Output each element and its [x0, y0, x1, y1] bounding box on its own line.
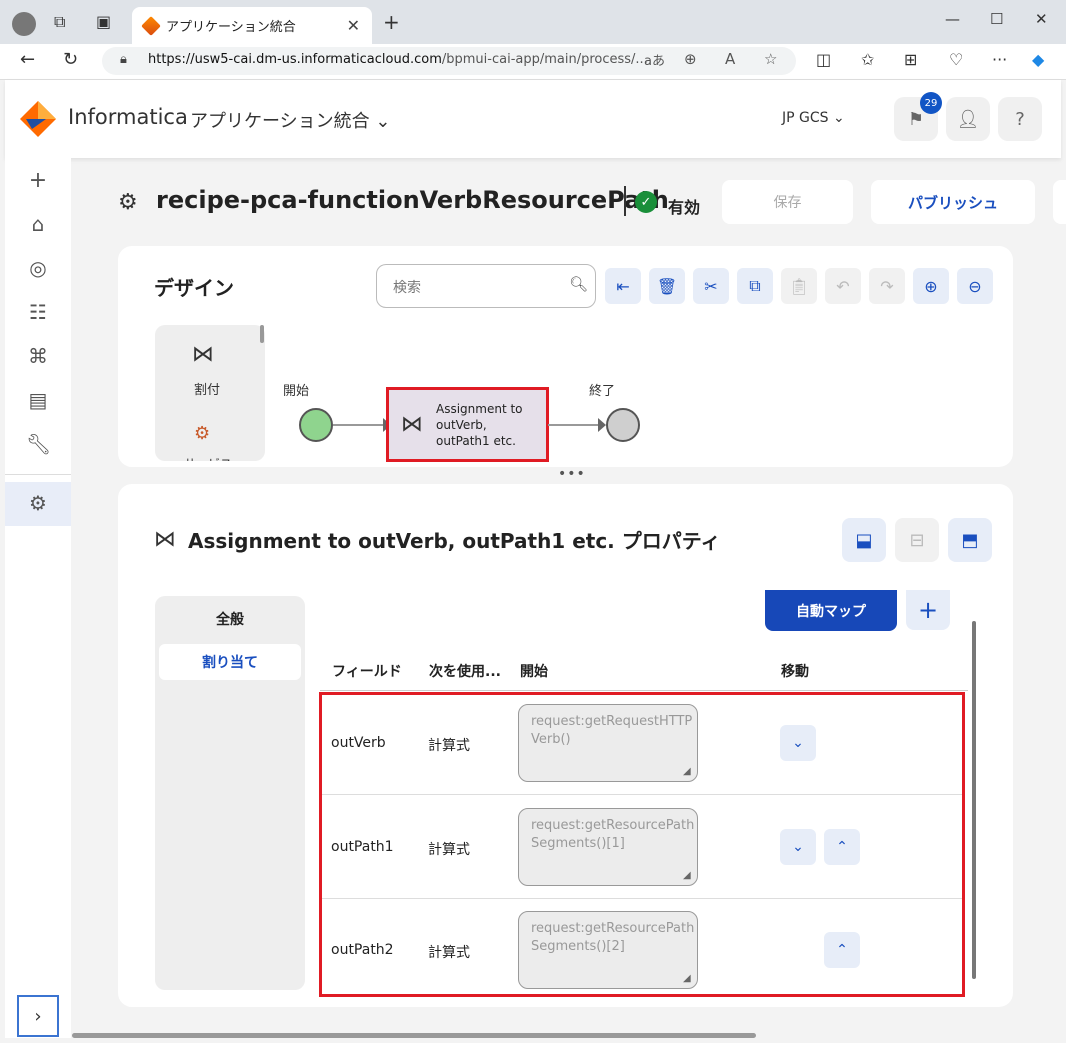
org-switcher[interactable]: JP GCS ⌄: [782, 110, 845, 126]
lock-icon[interactable]: 🔒︎: [120, 52, 127, 67]
assignment-icon: ⋈: [154, 527, 176, 552]
auto-map-button[interactable]: 自動マップ: [765, 590, 897, 631]
properties-title: Assignment to outVerb, outPath1 etc. プロパ…: [188, 529, 721, 553]
layout-bottom-panel-icon[interactable]: ⬓: [842, 518, 886, 562]
copilot-icon[interactable]: ◆: [1032, 50, 1044, 69]
notification-count-badge: 29: [920, 92, 942, 114]
vertical-scrollbar[interactable]: [972, 621, 976, 979]
check-circle-icon: ✓: [635, 191, 657, 213]
explore-compass-icon[interactable]: ◎: [26, 256, 50, 280]
user-profile-button[interactable]: 👤︎: [946, 97, 990, 141]
title-divider: [624, 186, 626, 216]
end-node[interactable]: [606, 408, 640, 442]
workspaces-icon[interactable]: ⧉: [54, 12, 65, 32]
chevron-right-icon: ›: [34, 1005, 42, 1027]
brand-name: Informatica: [68, 105, 188, 129]
start-node[interactable]: [299, 408, 333, 442]
redo-icon[interactable]: ↷: [869, 268, 905, 304]
undo-icon[interactable]: ↶: [825, 268, 861, 304]
column-header-field: フィールド: [332, 664, 402, 680]
status-label: 有効: [668, 198, 701, 217]
design-title: デザイン: [154, 276, 234, 300]
tab-general[interactable]: 全般: [155, 609, 305, 629]
user-icon: 👤︎: [956, 108, 980, 130]
left-navigation: [5, 158, 71, 1038]
product-switcher[interactable]: アプリケーション統合 ⌄: [190, 107, 390, 133]
zoom-in-icon[interactable]: ⊕: [913, 268, 949, 304]
close-tab-icon[interactable]: ✕: [347, 16, 360, 35]
assignment-rows-highlight: [319, 692, 965, 997]
maximize-window-icon[interactable]: ☐: [990, 10, 1003, 28]
browser-tab-active[interactable]: アプリケーション統合 ✕: [132, 7, 372, 44]
new-tab-button[interactable]: +: [383, 10, 400, 34]
palette-item-service[interactable]: サービス: [184, 455, 232, 461]
assignment-icon[interactable]: ⋈: [192, 342, 214, 367]
browser-tab-title: アプリケーション統合: [166, 20, 296, 35]
home-icon[interactable]: ⌂: [26, 212, 50, 236]
browser-essentials-icon[interactable]: ♡: [949, 50, 963, 69]
column-header-move: 移動: [781, 664, 809, 680]
copy-icon[interactable]: ⧉: [737, 268, 773, 304]
process-gears-icon: ⚙: [118, 190, 138, 215]
save-button[interactable]: 保存: [722, 180, 853, 224]
publish-button[interactable]: パブリッシュ: [871, 180, 1035, 224]
more-options-icon[interactable]: ···: [992, 50, 1007, 69]
process-gears-icon[interactable]: ⚙: [26, 491, 50, 515]
informatica-favicon-icon: [141, 15, 161, 36]
zoom-out-icon[interactable]: ⊖: [957, 268, 993, 304]
layout-top-panel-icon[interactable]: ⬒: [948, 518, 992, 562]
expand-nav-button[interactable]: ›: [17, 995, 59, 1037]
back-icon[interactable]: ←: [20, 49, 35, 70]
nav-divider: [5, 474, 71, 475]
tab-actions-icon[interactable]: ▣: [96, 12, 111, 31]
favorite-star-icon[interactable]: ☆: [764, 50, 777, 68]
design-search-input[interactable]: 検索: [376, 264, 596, 308]
column-header-from: 開始: [520, 664, 548, 680]
end-label: 終了: [589, 384, 616, 399]
split-screen-icon[interactable]: ◫: [816, 50, 831, 69]
informatica-logo-icon: [20, 101, 56, 137]
reader-icon[interactable]: aあ: [644, 50, 665, 69]
flow-connector: [333, 424, 387, 426]
resize-handle-icon[interactable]: •••: [558, 466, 586, 482]
assignment-step-label: Assignment to outVerb, outPath1 etc.: [436, 402, 523, 448]
assignment-icon: ⋈: [401, 412, 423, 437]
collections-icon[interactable]: ⊞: [904, 50, 917, 69]
flag-icon: ⚑: [907, 108, 925, 130]
flow-connector: [548, 424, 600, 426]
monitor-icon[interactable]: ☷: [26, 300, 50, 324]
bundles-icon[interactable]: ▤: [26, 388, 50, 412]
refresh-icon[interactable]: ↻: [63, 49, 78, 70]
connections-icon[interactable]: ⌘: [26, 344, 50, 368]
search-icon[interactable]: 🔍︎: [569, 275, 588, 293]
zoom-icon[interactable]: ⊕: [684, 50, 697, 68]
horizontal-scrollbar[interactable]: [72, 1033, 756, 1038]
close-window-icon[interactable]: ✕: [1035, 10, 1048, 28]
add-field-button[interactable]: +: [906, 590, 950, 630]
cut-scissors-icon[interactable]: ✂: [693, 268, 729, 304]
layout-split-icon[interactable]: ⊟: [895, 518, 939, 562]
paste-icon[interactable]: 📋︎: [781, 268, 817, 304]
tab-assignments[interactable]: 割り当て: [159, 644, 301, 680]
chevron-down-icon: ⌄: [375, 111, 391, 132]
more-actions-button[interactable]: [1053, 180, 1066, 224]
palette-scrollbar[interactable]: [260, 325, 264, 343]
flow-arrow-icon: [598, 418, 606, 432]
add-icon[interactable]: +: [26, 168, 50, 193]
help-button[interactable]: ?: [998, 97, 1042, 141]
collapse-left-icon[interactable]: ⇤: [605, 268, 641, 304]
service-gears-icon[interactable]: ⚙: [194, 423, 210, 444]
palette-item-assignment[interactable]: 割付: [194, 379, 220, 398]
page-title: recipe-pca-functionVerbResourcePath: [156, 186, 669, 214]
profile-avatar[interactable]: [12, 12, 36, 36]
header-divider: [320, 690, 968, 691]
chevron-down-icon: ⌄: [833, 110, 845, 126]
column-header-use: 次を使用...: [429, 664, 501, 680]
delete-trash-icon[interactable]: 🗑︎: [649, 268, 685, 304]
read-aloud-icon[interactable]: A: [725, 50, 735, 68]
start-label: 開始: [283, 384, 310, 399]
favorites-icon[interactable]: ✩: [861, 50, 874, 69]
minimize-window-icon[interactable]: —: [945, 10, 960, 28]
administration-wrench-icon[interactable]: 🔧︎: [26, 432, 51, 456]
